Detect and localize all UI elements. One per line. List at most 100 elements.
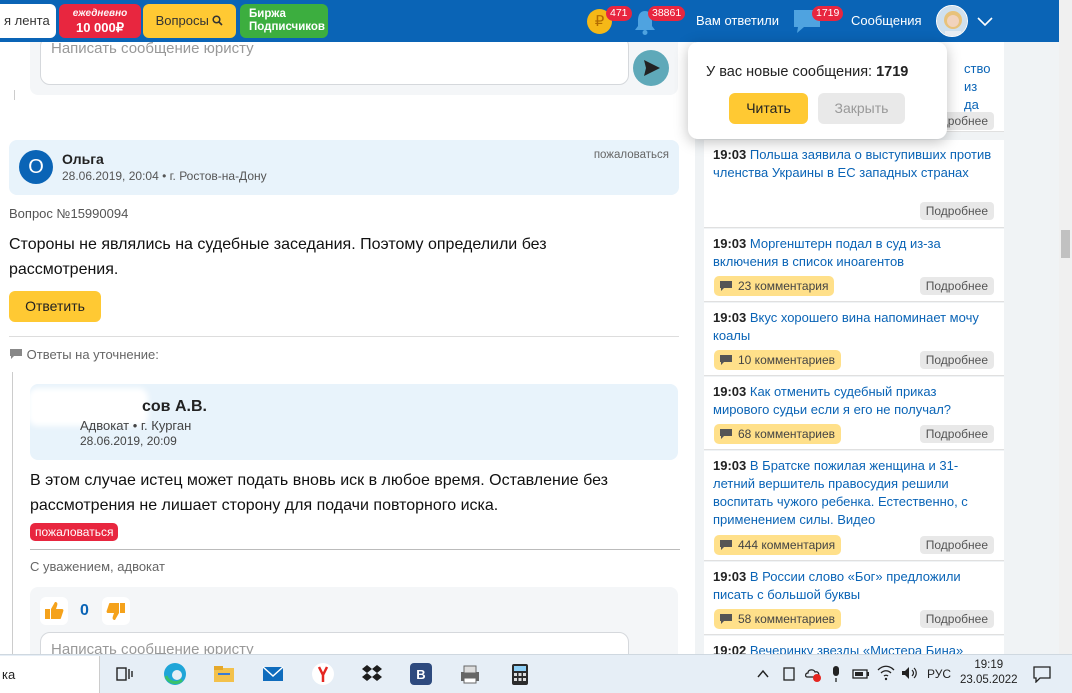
browser-page: я лента ежедневно 10 000₽ Вопросы Биржа … bbox=[0, 0, 1072, 693]
news-title[interactable]: 19:03 В Братске пожилая женщина и 31-лет… bbox=[713, 457, 995, 529]
news-item[interactable]: 19:03 В Братске пожилая женщина и 31-лет… bbox=[704, 451, 1004, 561]
promo-line2: 10 000₽ bbox=[75, 20, 125, 35]
battery-icon[interactable] bbox=[852, 666, 870, 682]
mail-icon[interactable] bbox=[260, 661, 286, 687]
question-author-card: О Ольга 28.06.2019, 20:04 • г. Ростов-на… bbox=[9, 140, 679, 195]
more-button[interactable]: Подробнее bbox=[919, 536, 994, 554]
question-number: Вопрос №15990094 bbox=[9, 206, 129, 221]
speaker-icon[interactable] bbox=[900, 665, 918, 681]
scrollbar-thumb[interactable] bbox=[1061, 230, 1070, 258]
taskbar-search[interactable]: ка bbox=[0, 656, 100, 693]
main-content: Написать сообщение юристу О Ольга 28.06.… bbox=[0, 42, 695, 654]
comments-badge[interactable]: 23 комментария bbox=[714, 276, 835, 296]
notifications-badge: 38861 bbox=[648, 6, 686, 21]
lawyer-name[interactable]: сов А.В. bbox=[142, 398, 207, 416]
messages-label[interactable]: Сообщения bbox=[851, 13, 922, 28]
microphone-icon[interactable] bbox=[830, 665, 842, 683]
news-title[interactable]: 19:03 В России слово «Бог» предложили пи… bbox=[713, 568, 995, 604]
comments-badge[interactable]: 58 комментариев bbox=[714, 609, 842, 629]
report-link[interactable]: пожаловаться bbox=[594, 149, 669, 161]
file-explorer-icon[interactable] bbox=[211, 661, 237, 687]
news-title[interactable]: 19:03 Как отменить судебный приказ миров… bbox=[713, 383, 995, 419]
comments-badge[interactable]: 10 комментариев bbox=[714, 350, 842, 370]
comment-icon bbox=[720, 355, 732, 365]
thread-line bbox=[12, 372, 13, 654]
avatar[interactable] bbox=[936, 5, 968, 37]
cloud-sync-icon[interactable] bbox=[804, 665, 822, 683]
author-name[interactable]: Ольга bbox=[62, 151, 104, 167]
more-button[interactable]: Подробнее bbox=[919, 425, 994, 443]
answer-signature: С уважением, адвокат bbox=[30, 559, 165, 574]
send-button[interactable] bbox=[633, 50, 669, 86]
more-button[interactable]: Подробнее bbox=[919, 351, 994, 369]
vk-icon[interactable]: B bbox=[408, 661, 434, 687]
news-item[interactable]: 19:03 Вкус хорошего вина напоминает мочу… bbox=[704, 303, 1004, 376]
scrollbar[interactable] bbox=[1059, 0, 1072, 654]
popup-count: 1719 bbox=[876, 64, 909, 80]
read-button[interactable]: Читать bbox=[729, 93, 808, 124]
news-item[interactable]: 19:03 Как отменить судебный приказ миров… bbox=[704, 377, 1004, 450]
message-input-2[interactable]: Написать сообщение юристу bbox=[40, 632, 629, 654]
news-item[interactable]: 19:02 Вечеринку звезды «Мистера Бина» bbox=[704, 636, 1004, 654]
news-title[interactable]: 19:03 Моргенштерн подал в суд из-за вклю… bbox=[713, 235, 995, 271]
notifications-icon[interactable] bbox=[1032, 665, 1052, 683]
more-button[interactable]: Подробнее bbox=[919, 610, 994, 628]
dropbox-icon[interactable] bbox=[359, 661, 385, 687]
popup-text: У вас новые сообщения: 1719 bbox=[706, 64, 909, 80]
lawyer-card: сов А.В. Адвокат • г. Курган 28.06.2019,… bbox=[30, 384, 678, 460]
clarifications-heading: Ответы на уточнение: bbox=[9, 347, 159, 362]
new-messages-popup: У вас новые сообщения: 1719 Читать Закры… bbox=[688, 42, 947, 139]
questions-button[interactable]: Вопросы bbox=[143, 4, 236, 38]
chevron-up-icon[interactable] bbox=[756, 667, 770, 681]
news-title[interactable]: 19:03 Вкус хорошего вина напоминает мочу… bbox=[713, 309, 995, 345]
chevron-down-icon[interactable] bbox=[976, 14, 994, 28]
close-button[interactable]: Закрыть bbox=[818, 93, 905, 124]
clock-time: 19:19 bbox=[974, 659, 1004, 671]
news-item[interactable]: 19:03 Польша заявила о выступивших проти… bbox=[704, 140, 1004, 228]
wifi-icon[interactable] bbox=[877, 665, 895, 681]
feed-tab[interactable]: я лента bbox=[0, 4, 56, 38]
printer-icon[interactable] bbox=[457, 661, 483, 687]
thumbs-up-icon bbox=[45, 602, 64, 619]
clock[interactable]: 19:19 23.05.2022 bbox=[960, 658, 1018, 688]
dislike-button[interactable] bbox=[102, 597, 130, 625]
yandex-browser-icon[interactable] bbox=[310, 661, 336, 687]
report-button[interactable]: пожаловаться bbox=[30, 523, 119, 541]
news-item[interactable]: 19:03 Моргенштерн подал в суд из-за вклю… bbox=[704, 229, 1004, 302]
top-navbar: я лента ежедневно 10 000₽ Вопросы Биржа … bbox=[0, 0, 1059, 42]
like-button[interactable] bbox=[40, 597, 68, 625]
send-icon bbox=[644, 60, 660, 76]
more-button[interactable]: Подробнее bbox=[919, 277, 994, 295]
blurred-lawyer-photo bbox=[34, 394, 142, 420]
news-item[interactable]: 19:03 В России слово «Бог» предложили пи… bbox=[704, 562, 1004, 635]
birzha-line1: Биржа bbox=[249, 8, 286, 20]
answer-button[interactable]: Ответить bbox=[9, 291, 101, 322]
divider bbox=[9, 336, 679, 337]
comments-badge[interactable]: 444 комментария bbox=[714, 535, 842, 555]
subscribers-exchange-button[interactable]: Биржа Подписчиков bbox=[240, 4, 328, 38]
task-view-icon[interactable] bbox=[111, 661, 137, 687]
comment-icon bbox=[720, 281, 732, 291]
author-avatar: О bbox=[19, 150, 53, 184]
comments-badge[interactable]: 68 комментариев bbox=[714, 424, 842, 444]
answered-label[interactable]: Вам ответили bbox=[696, 13, 779, 28]
coin-badge: 471 bbox=[606, 6, 632, 21]
daily-prize-button[interactable]: ежедневно 10 000₽ bbox=[59, 4, 141, 38]
calculator-icon[interactable] bbox=[507, 661, 533, 687]
clarifications-label: Ответы на уточнение: bbox=[26, 347, 159, 362]
tray-device-icon[interactable] bbox=[781, 665, 797, 683]
vote-box: 0 Написать сообщение юристу bbox=[30, 587, 678, 654]
more-button[interactable]: Подробнее bbox=[919, 202, 994, 220]
promo-line1: ежедневно bbox=[72, 8, 128, 19]
answer-text: В этом случае истец может подать вновь и… bbox=[30, 472, 608, 514]
edge-icon[interactable] bbox=[162, 661, 188, 687]
thread-line bbox=[14, 90, 15, 100]
news-title[interactable]: 19:02 Вечеринку звезды «Мистера Бина» bbox=[713, 642, 995, 654]
news-title[interactable]: 19:03 Польша заявила о выступивших проти… bbox=[713, 146, 995, 182]
thumbs-down-icon bbox=[106, 603, 125, 620]
question-text: Стороны не являлись на судебные заседани… bbox=[9, 236, 547, 278]
input-language[interactable]: РУС bbox=[927, 667, 951, 681]
vote-count: 0 bbox=[80, 602, 89, 619]
message-input[interactable]: Написать сообщение юристу bbox=[40, 42, 629, 85]
clock-date: 23.05.2022 bbox=[960, 674, 1018, 686]
